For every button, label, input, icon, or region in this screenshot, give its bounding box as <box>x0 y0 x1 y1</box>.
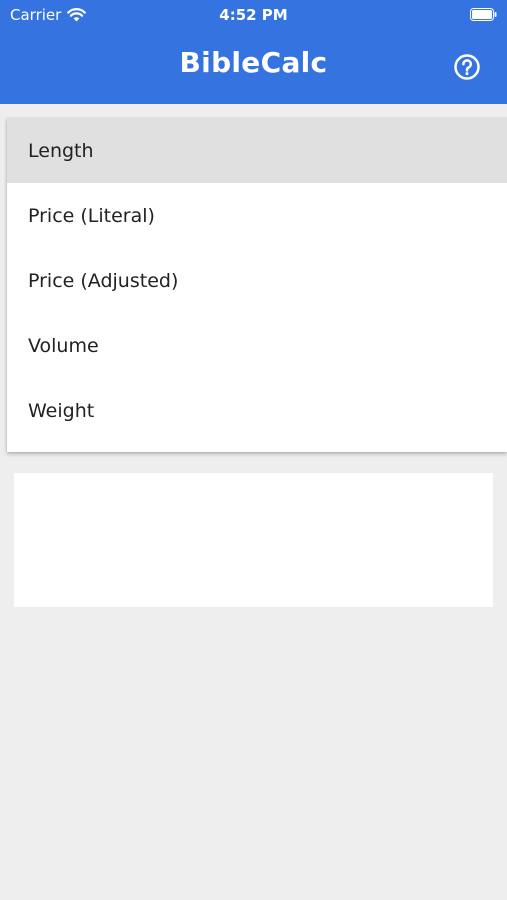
menu-item-label: Weight <box>28 399 95 422</box>
result-card <box>14 473 493 607</box>
menu-item-label: Price (Adjusted) <box>28 269 179 292</box>
status-time: 4:52 PM <box>219 6 288 24</box>
status-bar: Carrier 4:52 PM <box>0 0 507 30</box>
menu-item-volume[interactable]: Volume <box>7 313 507 378</box>
app-title: BibleCalc <box>179 46 328 79</box>
menu-item-label: Volume <box>28 334 99 357</box>
content-background <box>0 104 507 118</box>
menu-item-price-adjusted[interactable]: Price (Adjusted) <box>7 248 507 313</box>
app-bar: Carrier 4:52 PM BibleCalc <box>0 0 507 104</box>
menu-list: Length Price (Literal) Price (Adjusted) … <box>7 118 507 443</box>
menu-item-length[interactable]: Length <box>7 118 507 183</box>
unit-type-dropdown-menu: Length Price (Literal) Price (Adjusted) … <box>7 118 507 452</box>
menu-item-weight[interactable]: Weight <box>7 378 507 443</box>
menu-item-label: Length <box>28 139 94 162</box>
battery-icon <box>470 8 497 21</box>
menu-item-price-literal[interactable]: Price (Literal) <box>7 183 507 248</box>
menu-item-label: Price (Literal) <box>28 204 155 227</box>
help-icon[interactable] <box>453 53 481 81</box>
